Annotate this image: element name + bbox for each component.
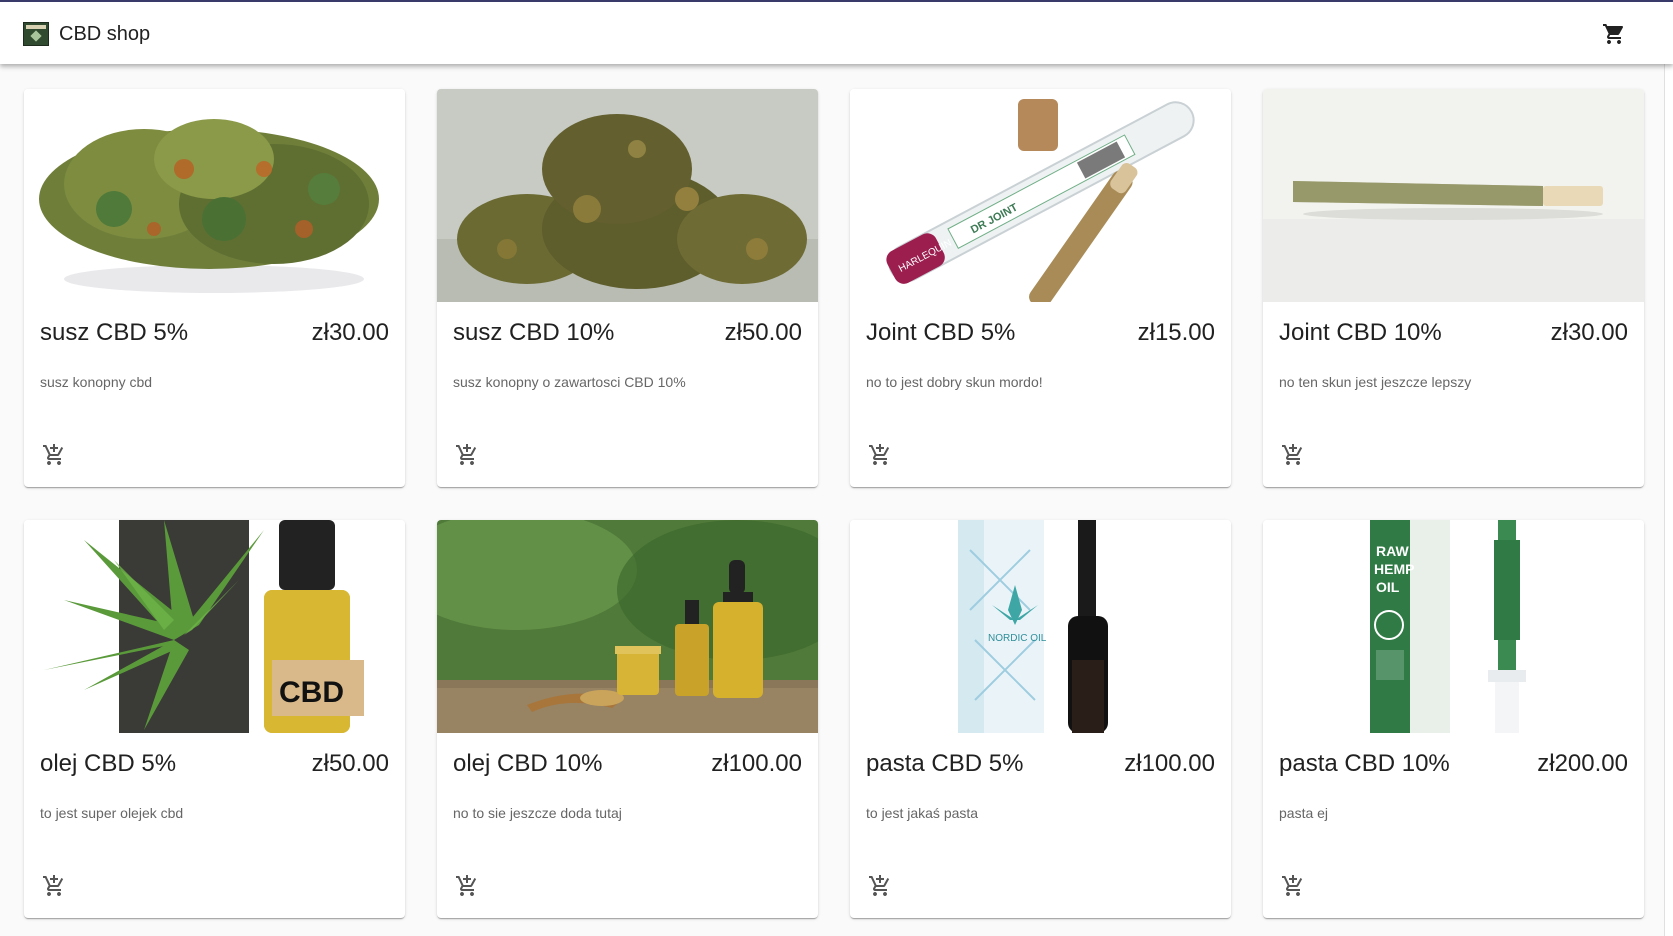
app-title: CBD shop — [59, 23, 151, 45]
product-price: zł30.00 — [311, 319, 389, 346]
product-title: susz CBD 5% — [40, 319, 189, 346]
app-bar: CBD shop — [0, 0, 1673, 64]
add-shopping-cart-icon — [456, 444, 477, 465]
product-image-label-cbd: CBD — [279, 676, 344, 709]
product-price: zł30.00 — [1550, 319, 1628, 346]
product-image-joint — [1263, 89, 1644, 302]
add-shopping-cart-icon — [869, 875, 890, 896]
add-shopping-cart-icon — [869, 444, 890, 465]
cart-button[interactable] — [1600, 20, 1628, 48]
product-image-oil-bottle: CBD — [24, 520, 405, 733]
add-to-cart-button[interactable] — [453, 872, 481, 900]
product-description: no to sie jeszcze doda tutaj — [453, 805, 622, 821]
product-description: to jest super olejek cbd — [40, 805, 184, 821]
product-image-raw-hemp-oil: RAW HEMP OIL — [1263, 520, 1644, 733]
add-shopping-cart-icon — [43, 444, 64, 465]
product-card: CBD olej CBD 5% zł50.00 to jest super ol… — [24, 520, 405, 918]
add-to-cart-button[interactable] — [866, 441, 894, 469]
shop-logo — [23, 22, 49, 46]
product-image-label-raw: RAW — [1376, 543, 1409, 559]
product-card: olej CBD 10% zł100.00 no to sie jeszcze … — [437, 520, 818, 918]
product-description: susz konopny cbd — [40, 374, 153, 390]
product-title: susz CBD 10% — [453, 319, 615, 346]
add-to-cart-button[interactable] — [40, 872, 68, 900]
product-image-bud — [24, 89, 405, 302]
add-to-cart-button[interactable] — [1279, 872, 1307, 900]
product-card: NORDIC OIL pasta CBD 5% zł100.00 to jest… — [850, 520, 1231, 918]
product-title: olej CBD 5% — [40, 750, 177, 777]
add-to-cart-button[interactable] — [1279, 441, 1307, 469]
product-image-label-nordic-oil: NORDIC OIL — [988, 633, 1047, 644]
product-description: pasta ej — [1279, 805, 1329, 821]
shopping-cart-icon — [1603, 24, 1624, 44]
add-shopping-cart-icon — [1282, 875, 1303, 896]
product-title: olej CBD 10% — [453, 750, 603, 777]
product-price: zł15.00 — [1137, 319, 1215, 346]
add-shopping-cart-icon — [1282, 444, 1303, 465]
product-image-paste-box: NORDIC OIL — [850, 520, 1231, 733]
product-card: RAW HEMP OIL pasta CBD 10% zł200.00 past… — [1263, 520, 1644, 918]
add-to-cart-button[interactable] — [40, 441, 68, 469]
product-image-label-oil: OIL — [1376, 579, 1400, 595]
product-title: Joint CBD 10% — [1279, 319, 1442, 346]
product-price: zł50.00 — [724, 319, 802, 346]
product-price: zł100.00 — [711, 750, 802, 777]
add-shopping-cart-icon — [456, 875, 477, 896]
product-image-dried-buds — [437, 89, 818, 302]
product-image-label-hemp: HEMP — [1374, 561, 1414, 577]
product-image-oil-scene — [437, 520, 818, 733]
product-price: zł200.00 — [1537, 750, 1628, 777]
product-card: HARLEQUIN DR JOINT Joint CBD 5% zł15.00 … — [850, 89, 1231, 487]
product-image-joint-tube: HARLEQUIN DR JOINT — [850, 89, 1231, 302]
add-to-cart-button[interactable] — [453, 441, 481, 469]
add-shopping-cart-icon — [43, 875, 64, 896]
product-description: to jest jakaś pasta — [866, 805, 979, 821]
product-description: no ten skun jest jeszcze lepszy — [1279, 374, 1472, 390]
product-title: pasta CBD 10% — [1279, 750, 1450, 777]
product-card: Joint CBD 10% zł30.00 no ten skun jest j… — [1263, 89, 1644, 487]
product-price: zł50.00 — [311, 750, 389, 777]
product-card: susz CBD 5% zł30.00 susz konopny cbd — [24, 89, 405, 487]
product-description: susz konopny o zawartosci CBD 10% — [453, 374, 686, 390]
product-title: Joint CBD 5% — [866, 319, 1016, 346]
page-scroll-edge — [1664, 64, 1673, 936]
product-description: no to jest dobry skun mordo! — [866, 374, 1043, 390]
product-title: pasta CBD 5% — [866, 750, 1024, 777]
add-to-cart-button[interactable] — [866, 872, 894, 900]
product-price: zł100.00 — [1124, 750, 1215, 777]
product-card: susz CBD 10% zł50.00 susz konopny o zawa… — [437, 89, 818, 487]
